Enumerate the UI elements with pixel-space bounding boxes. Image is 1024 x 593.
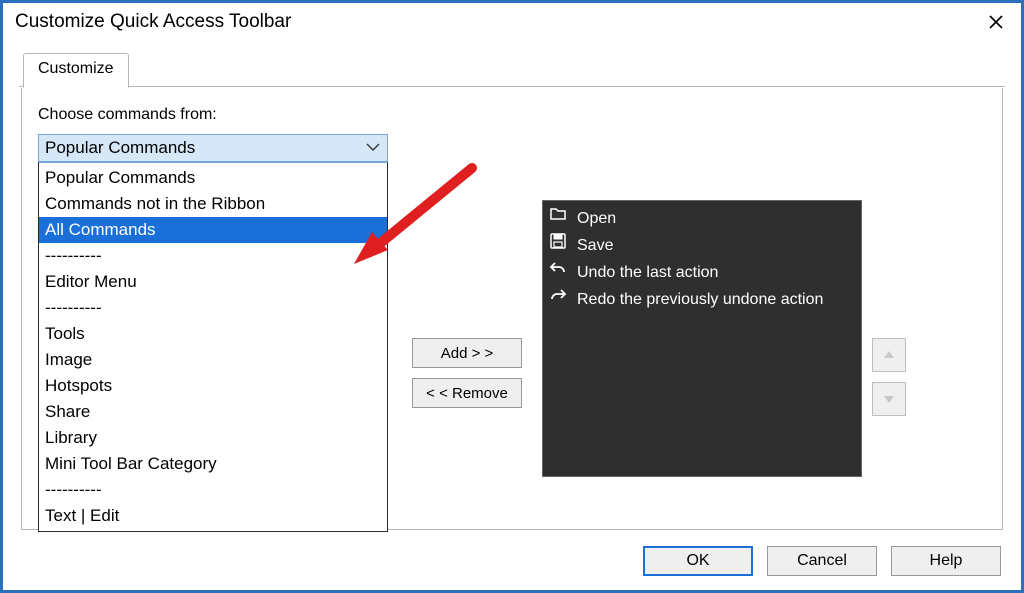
list-item[interactable]: Save bbox=[549, 232, 855, 259]
commands-category-combo[interactable]: Popular Commands bbox=[38, 134, 388, 162]
close-icon bbox=[988, 14, 1004, 30]
add-button[interactable]: Add > > bbox=[412, 338, 522, 368]
list-item-label: Undo the last action bbox=[577, 260, 718, 286]
dropdown-item[interactable]: Share bbox=[39, 399, 387, 425]
dropdown-item[interactable]: Hotspots bbox=[39, 373, 387, 399]
redo-icon bbox=[549, 286, 567, 313]
tab-strip: Customize bbox=[19, 53, 1005, 87]
dropdown-item[interactable]: Library bbox=[39, 425, 387, 451]
open-folder-icon bbox=[549, 205, 567, 232]
undo-icon bbox=[549, 259, 567, 286]
chevron-down-icon bbox=[365, 139, 381, 160]
title-bar: Customize Quick Access Toolbar bbox=[15, 7, 1009, 37]
dropdown-item[interactable]: All Commands bbox=[39, 217, 387, 243]
toolbar-commands-list[interactable]: OpenSaveUndo the last actionRedo the pre… bbox=[542, 200, 862, 477]
help-button[interactable]: Help bbox=[891, 546, 1001, 576]
list-item[interactable]: Open bbox=[549, 205, 855, 232]
move-down-button[interactable] bbox=[872, 382, 906, 416]
list-item[interactable]: Redo the previously undone action bbox=[549, 286, 855, 313]
save-icon bbox=[549, 232, 567, 259]
dropdown-separator: ---------- bbox=[39, 243, 387, 269]
dropdown-separator: ---------- bbox=[39, 477, 387, 503]
cancel-button[interactable]: Cancel bbox=[767, 546, 877, 576]
dropdown-item[interactable]: Tools bbox=[39, 321, 387, 347]
dropdown-item[interactable]: Popular Commands bbox=[39, 165, 387, 191]
chevron-up-icon bbox=[882, 348, 896, 362]
chevron-down-icon bbox=[882, 392, 896, 406]
dialog-button-row: OK Cancel Help bbox=[643, 546, 1001, 576]
list-item-label: Save bbox=[577, 233, 613, 259]
tab-customize[interactable]: Customize bbox=[23, 53, 129, 88]
dropdown-item[interactable]: Image bbox=[39, 347, 387, 373]
dropdown-item[interactable]: Commands not in the Ribbon bbox=[39, 191, 387, 217]
list-item-label: Open bbox=[577, 206, 616, 232]
close-button[interactable] bbox=[983, 9, 1009, 35]
dropdown-item[interactable]: Mini Tool Bar Category bbox=[39, 451, 387, 477]
dropdown-separator: ---------- bbox=[39, 295, 387, 321]
dropdown-item[interactable]: Text | Edit bbox=[39, 503, 387, 529]
move-up-button[interactable] bbox=[872, 338, 906, 372]
commands-category-dropdown[interactable]: Popular CommandsCommands not in the Ribb… bbox=[38, 162, 388, 532]
list-item[interactable]: Undo the last action bbox=[549, 259, 855, 286]
window-title: Customize Quick Access Toolbar bbox=[15, 11, 983, 33]
ok-button[interactable]: OK bbox=[643, 546, 753, 576]
list-item-label: Redo the previously undone action bbox=[577, 287, 823, 313]
choose-commands-label: Choose commands from: bbox=[38, 106, 217, 124]
combo-value: Popular Commands bbox=[45, 138, 195, 158]
remove-button[interactable]: < < Remove bbox=[412, 378, 522, 408]
content-pane: Choose commands from: Popular Commands P… bbox=[21, 88, 1003, 530]
dropdown-item[interactable]: Editor Menu bbox=[39, 269, 387, 295]
